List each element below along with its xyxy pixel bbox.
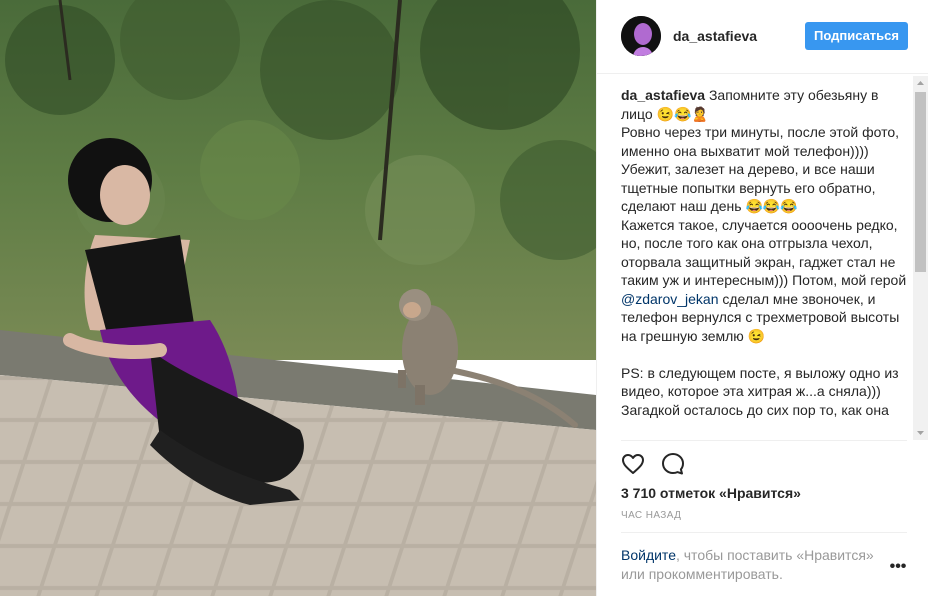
avatar[interactable] [621,16,661,56]
caption-mention[interactable]: @zdarov_jekan [621,291,719,307]
caption-part-1: Запомните эту обезьяну в лицо 😉😂🙎 Ровно … [621,87,907,288]
heart-icon[interactable] [621,452,645,476]
scroll-down-arrow-icon[interactable] [913,426,928,440]
divider [621,440,907,441]
caption-scrollbar[interactable] [913,76,928,440]
post-header: da_astafieva Подписаться [597,0,928,74]
avatar-image [621,16,661,56]
post-caption: da_astafieva Запомните эту обезьяну в ли… [621,86,907,440]
scroll-up-arrow-icon[interactable] [913,76,928,90]
caption-part-2: сделал мне звоночек, и телефон вернулся … [621,290,900,418]
follow-button[interactable]: Подписаться [805,22,908,50]
comment-icon[interactable] [661,452,685,476]
caption-username[interactable]: da_astafieva [621,87,705,103]
caption-text: da_astafieva Запомните эту обезьяну в ли… [621,86,907,419]
login-link[interactable]: Войдите [621,547,676,563]
photo-illustration [0,0,596,596]
divider [621,532,907,533]
post-sidebar: da_astafieva Подписаться da_astafieva За… [596,0,928,596]
instagram-post: da_astafieva Подписаться da_astafieva За… [0,0,928,596]
more-options-icon[interactable]: ••• [889,559,907,575]
post-time[interactable]: ЧАС НАЗАД [621,510,681,521]
login-prompt: Войдите, чтобы поставить «Нравится» или … [621,546,881,583]
scroll-thumb[interactable] [915,92,926,272]
header-username[interactable]: da_astafieva [673,28,757,44]
likes-count[interactable]: 3 710 отметок «Нравится» [621,485,801,501]
post-photo[interactable] [0,0,596,596]
